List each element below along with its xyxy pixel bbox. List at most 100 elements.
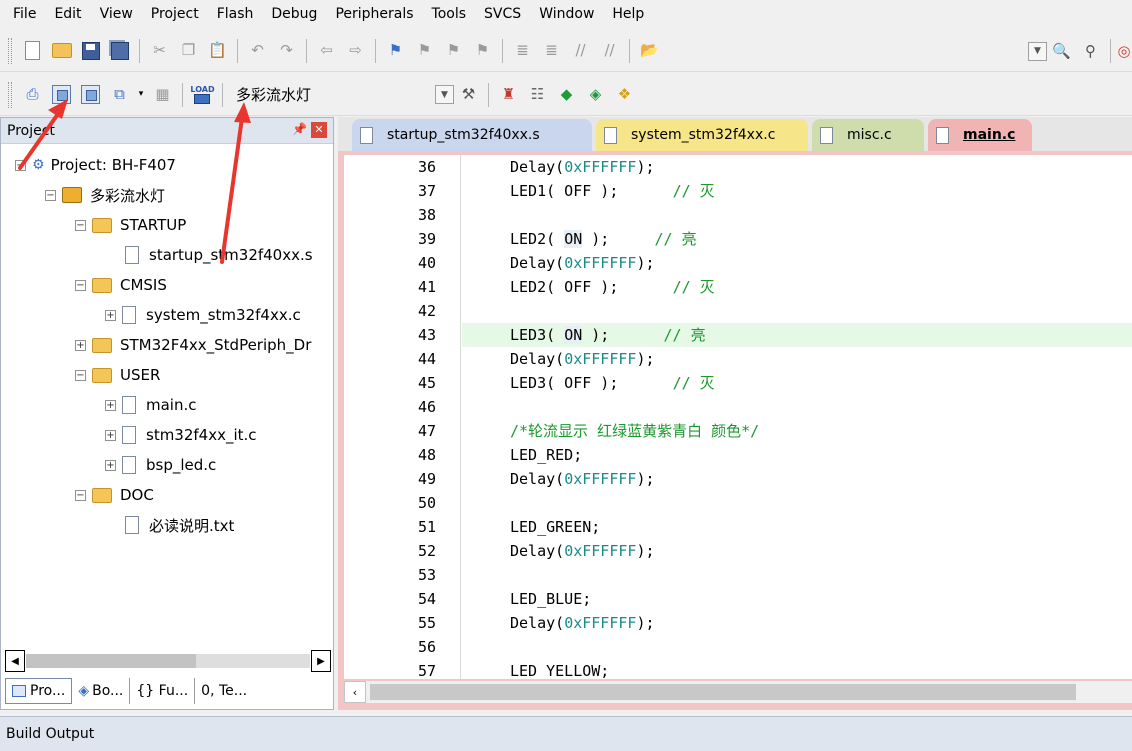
code-line[interactable]: 40 Delay(0xFFFFFF);: [344, 251, 1132, 275]
tree-group-cmsis[interactable]: − CMSIS: [75, 270, 167, 300]
nav-back-button[interactable]: ⇦: [314, 38, 339, 63]
scroll-thumb[interactable]: [370, 684, 1076, 700]
debug-session-button[interactable]: ◎: [1118, 39, 1130, 64]
cut-button[interactable]: ✂: [147, 38, 172, 63]
undo-button[interactable]: ↶: [245, 38, 270, 63]
prev-bookmark-button[interactable]: ⚑: [412, 38, 437, 63]
collapse-icon[interactable]: −: [45, 189, 56, 201]
code-line[interactable]: 55 Delay(0xFFFFFF);: [344, 611, 1132, 635]
tree-group-doc[interactable]: − DOC: [75, 480, 154, 510]
next-bookmark-button[interactable]: ⚑: [441, 38, 466, 63]
manage-rte-button[interactable]: ◆: [554, 82, 579, 107]
code-line[interactable]: 56: [344, 635, 1132, 659]
find-in-files-button[interactable]: 📂: [637, 38, 662, 63]
expand-icon[interactable]: +: [105, 399, 116, 411]
tree-item-target[interactable]: − 多彩流水灯: [45, 180, 165, 210]
menu-peripherals[interactable]: Peripherals: [326, 0, 422, 28]
code-line[interactable]: 38: [344, 203, 1132, 227]
collapse-icon[interactable]: −: [75, 279, 86, 291]
open-file-button[interactable]: [49, 38, 74, 63]
tree-group-user[interactable]: − USER: [75, 360, 160, 390]
find-dropdown-button[interactable]: ▼: [1028, 41, 1047, 61]
code-line[interactable]: 45 LED3( OFF ); // 灭: [344, 371, 1132, 395]
code-line[interactable]: 42: [344, 299, 1132, 323]
menu-svcs[interactable]: SVCS: [475, 0, 530, 28]
scroll-right-icon[interactable]: ▶: [311, 650, 331, 672]
software-packs-button[interactable]: ❖: [612, 82, 637, 107]
pack-installer-button[interactable]: ◈: [583, 82, 608, 107]
menu-help[interactable]: Help: [603, 0, 653, 28]
code-line[interactable]: 39 LED2( ON ); // 亮: [344, 227, 1132, 251]
toolbar-grip[interactable]: [8, 81, 12, 108]
incremental-find-button[interactable]: ⚲: [1078, 39, 1103, 64]
menu-project[interactable]: Project: [142, 0, 208, 28]
expand-icon[interactable]: +: [105, 309, 116, 321]
translate-button[interactable]: ⎙: [20, 82, 45, 107]
tree-group-startup[interactable]: − STARTUP: [75, 210, 186, 240]
target-select[interactable]: 多彩流水灯 ▼: [234, 83, 454, 107]
code-line[interactable]: 46: [344, 395, 1132, 419]
code-line[interactable]: 49 Delay(0xFFFFFF);: [344, 467, 1132, 491]
uncomment-button[interactable]: //: [597, 38, 622, 63]
menu-edit[interactable]: Edit: [45, 0, 90, 28]
build-button[interactable]: [49, 82, 74, 107]
code-line[interactable]: 37 LED1( OFF ); // 灭: [344, 179, 1132, 203]
tab-functions[interactable]: {} Fu...: [130, 678, 196, 704]
code-line[interactable]: 36 Delay(0xFFFFFF);: [344, 155, 1132, 179]
code-line[interactable]: 48 LED_RED;: [344, 443, 1132, 467]
nav-forward-button[interactable]: ⇨: [343, 38, 368, 63]
code-area[interactable]: 36 Delay(0xFFFFFF); 37 LED1( OFF ); // 灭 38 3…: [344, 155, 1132, 679]
code-line[interactable]: 53: [344, 563, 1132, 587]
batch-build-dropdown[interactable]: ▾: [136, 82, 146, 107]
tab-project[interactable]: Pro...: [5, 678, 73, 704]
menu-view[interactable]: View: [91, 0, 142, 28]
paste-button[interactable]: 📋: [205, 38, 230, 63]
save-button[interactable]: [78, 38, 103, 63]
tab-system-file[interactable]: system_stm32f4xx.c: [596, 119, 808, 151]
collapse-icon[interactable]: −: [75, 369, 86, 381]
collapse-icon[interactable]: −: [75, 489, 86, 501]
save-all-button[interactable]: [107, 38, 132, 63]
bookmark-button[interactable]: ⚑: [383, 38, 408, 63]
tree-file[interactable]: 必读说明.txt: [125, 510, 234, 540]
manage-project-items-button[interactable]: ♜: [496, 82, 521, 107]
tree-file[interactable]: + system_stm32f4xx.c: [105, 300, 301, 330]
tab-main-file[interactable]: main.c: [928, 119, 1032, 151]
code-line[interactable]: 54 LED_BLUE;: [344, 587, 1132, 611]
redo-button[interactable]: ↷: [274, 38, 299, 63]
stop-build-button[interactable]: ▦: [150, 82, 175, 107]
pin-icon[interactable]: 📌: [292, 122, 307, 136]
tab-templates[interactable]: 0, Te...: [195, 678, 253, 704]
scroll-left-icon[interactable]: ‹: [344, 681, 366, 703]
copy-button[interactable]: ❐: [176, 38, 201, 63]
project-horizontal-scrollbar[interactable]: ◀ ▶: [5, 650, 331, 672]
tab-misc-file[interactable]: misc.c: [812, 119, 924, 151]
unindent-button[interactable]: ≣: [539, 38, 564, 63]
scroll-thumb[interactable]: [26, 654, 196, 668]
editor-horizontal-scrollbar[interactable]: ‹: [344, 681, 1132, 703]
scroll-left-icon[interactable]: ◀: [5, 650, 25, 672]
tree-file[interactable]: startup_stm32f40xx.s: [125, 240, 313, 270]
expand-icon[interactable]: +: [75, 339, 86, 351]
expand-icon[interactable]: +: [105, 459, 116, 471]
code-line[interactable]: 43 LED3( ON ); // 亮: [344, 323, 1132, 347]
download-button[interactable]: LOAD: [190, 82, 215, 107]
code-line[interactable]: 52 Delay(0xFFFFFF);: [344, 539, 1132, 563]
find-button[interactable]: 🔍: [1049, 39, 1074, 64]
menu-debug[interactable]: Debug: [262, 0, 326, 28]
code-line[interactable]: 57 LED_YELLOW;: [344, 659, 1132, 679]
tree-file[interactable]: + main.c: [105, 390, 197, 420]
toolbar-grip[interactable]: [8, 37, 12, 64]
code-line[interactable]: 44 Delay(0xFFFFFF);: [344, 347, 1132, 371]
tree-file[interactable]: + bsp_led.c: [105, 450, 216, 480]
tab-startup-file[interactable]: startup_stm32f40xx.s: [352, 119, 592, 151]
menu-tools[interactable]: Tools: [423, 0, 476, 28]
close-icon[interactable]: ✕: [311, 122, 327, 138]
expand-icon[interactable]: +: [105, 429, 116, 441]
rebuild-button[interactable]: [78, 82, 103, 107]
tree-file[interactable]: + stm32f4xx_it.c: [105, 420, 257, 450]
indent-button[interactable]: ≣: [510, 38, 535, 63]
target-dropdown-button[interactable]: ▼: [435, 85, 454, 104]
comment-button[interactable]: //: [568, 38, 593, 63]
menu-flash[interactable]: Flash: [208, 0, 263, 28]
